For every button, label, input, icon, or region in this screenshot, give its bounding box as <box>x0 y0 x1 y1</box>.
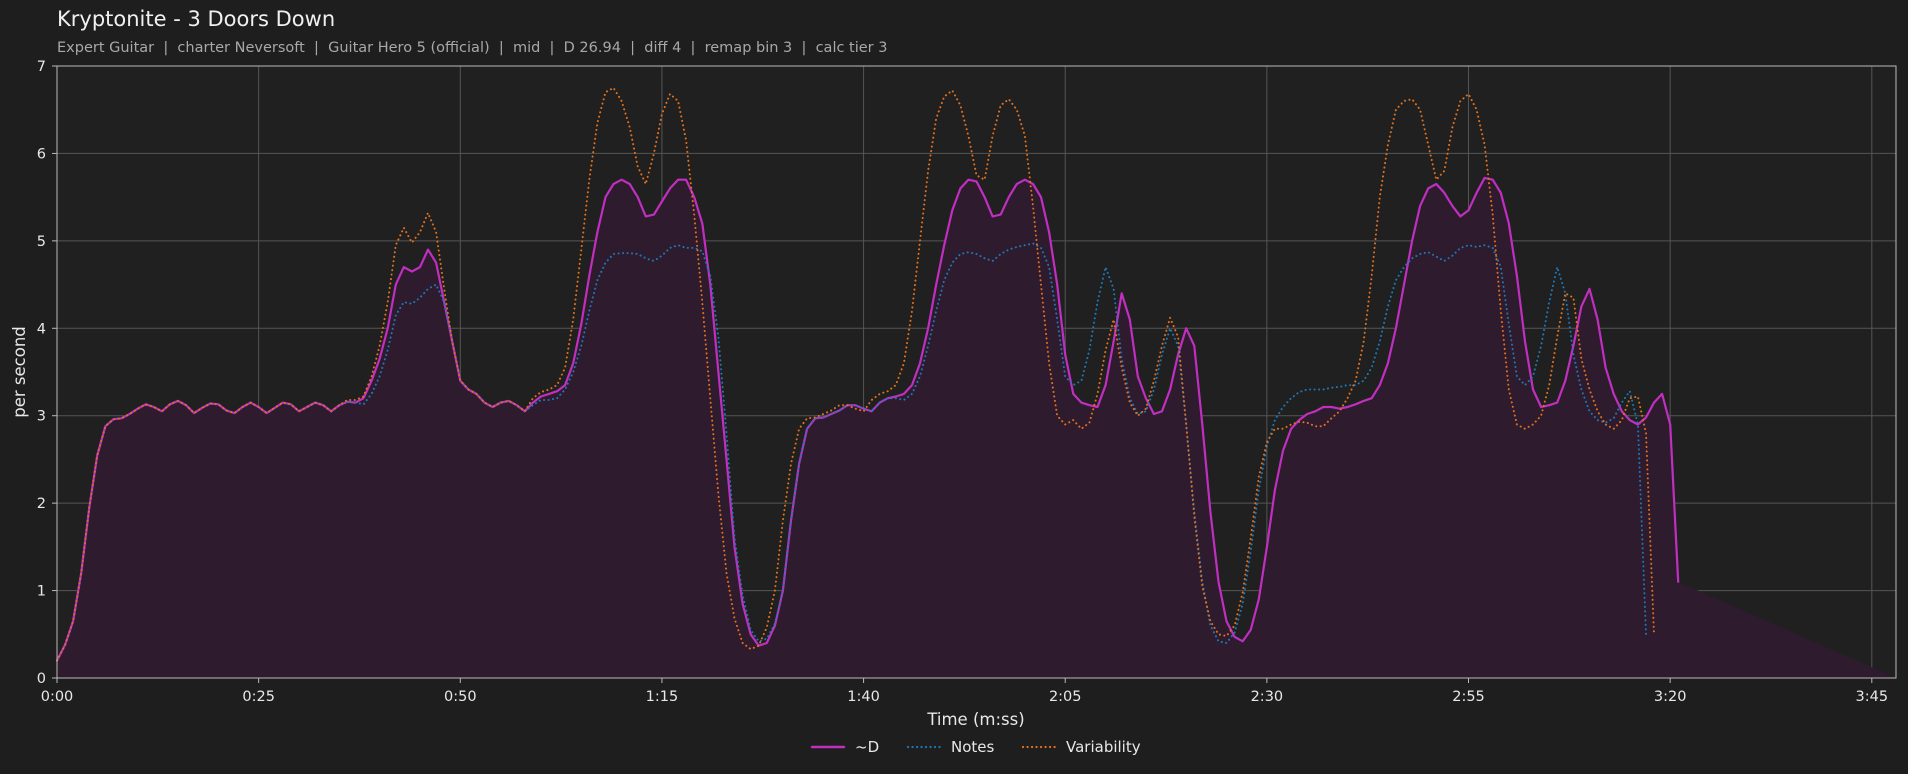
y-tick-label: 5 <box>37 234 46 250</box>
x-tick-label: 3:45 <box>1856 689 1889 705</box>
y-axis-ticks: 0 1 2 3 4 5 6 7 <box>37 59 57 687</box>
x-tick-label: 2:30 <box>1251 689 1284 705</box>
x-tick-label: 1:40 <box>847 689 880 705</box>
y-tick-label: 4 <box>37 321 46 337</box>
legend: ~D Notes Variability <box>810 738 1141 756</box>
legend-label-notes: Notes <box>951 738 995 756</box>
y-tick-label: 3 <box>37 409 46 425</box>
x-tick-label: 0:50 <box>444 689 477 705</box>
x-tick-label: 3:20 <box>1654 689 1687 705</box>
x-tick-label: 2:05 <box>1049 689 1082 705</box>
y-axis-label: per second <box>10 326 29 418</box>
x-axis-ticks: 0:00 0:25 0:50 1:15 1:40 2:05 2:30 2:55 3:20 3:45 <box>41 678 1888 705</box>
y-tick-label: 1 <box>37 584 46 600</box>
legend-label-variability: Variability <box>1066 738 1141 756</box>
legend-label-d: ~D <box>855 738 879 756</box>
x-tick-label: 1:15 <box>646 689 679 705</box>
y-tick-label: 0 <box>37 671 46 687</box>
y-tick-label: 6 <box>37 146 46 162</box>
x-tick-label: 0:00 <box>41 689 74 705</box>
x-tick-label: 2:55 <box>1452 689 1485 705</box>
x-axis-label: Time (m:ss) <box>926 710 1024 729</box>
y-tick-label: 2 <box>37 496 46 512</box>
y-tick-label: 7 <box>37 59 46 75</box>
x-tick-label: 0:25 <box>242 689 275 705</box>
chart-svg: 0:00 0:25 0:50 1:15 1:40 2:05 2:30 2:55 3:20 3:45… <box>10 59 1897 756</box>
